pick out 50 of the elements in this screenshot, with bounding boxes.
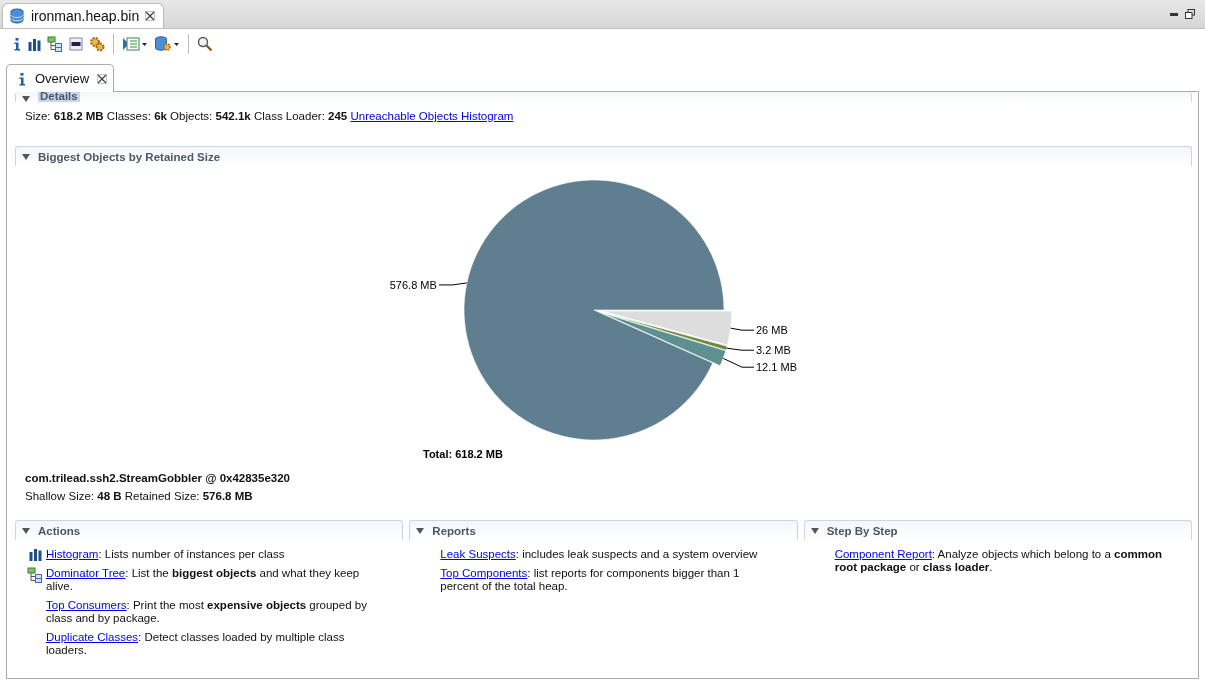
action-description: Top Components: list reports for components bigger than 1 percent of the total heap. — [440, 567, 741, 593]
section-header[interactable]: Biggest Objects by Retained Size — [15, 146, 1192, 166]
histogram-icon[interactable] — [28, 37, 41, 51]
leader-line — [722, 357, 754, 368]
section-header[interactable]: Details — [15, 92, 1192, 102]
collapse-triangle-icon[interactable] — [416, 527, 425, 534]
collapse-triangle-icon[interactable] — [22, 96, 30, 102]
collapse-triangle-icon[interactable] — [22, 153, 30, 160]
action-description: Component Report: Analyze objects which belong to a common root package or class loader. — [834, 548, 1163, 574]
tree-icon[interactable] — [47, 36, 63, 52]
report-dropdown-icon[interactable] — [122, 36, 148, 52]
histogram-icon — [28, 548, 42, 561]
restore-icon[interactable] — [1185, 9, 1195, 19]
section-header[interactable]: Actions — [15, 520, 404, 540]
database-icon — [9, 8, 25, 24]
chart-total: Total: 618.2 MB — [422, 448, 503, 460]
action-link[interactable]: Component Report — [834, 548, 932, 560]
action-description: Histogram: Lists number of instances per class — [46, 548, 285, 561]
leader-line — [437, 282, 467, 286]
section-header[interactable]: Step By Step — [803, 520, 1192, 540]
action-description: Duplicate Classes: Detect classes loaded by multiple class loaders. — [46, 631, 346, 657]
query-icon[interactable] — [69, 37, 83, 51]
slice-value-label: 12.1 MB — [755, 361, 797, 374]
search-icon[interactable] — [197, 36, 213, 52]
action-description: Dominator Tree: List the biggest objects and what they keep alive. — [46, 567, 361, 593]
collapse-triangle-icon[interactable] — [810, 527, 819, 534]
leader-line — [725, 347, 754, 351]
object-name: com.trilead.ssh2.StreamGobbler @ 0x42835e320 — [25, 472, 290, 484]
action-link[interactable]: Top Consumers — [46, 599, 127, 611]
object-sizes: Shallow Size: 48 B Retained Size: 576.8 MB — [25, 490, 253, 502]
gears-icon[interactable] — [89, 36, 105, 52]
info-icon[interactable] — [17, 71, 27, 86]
info-icon[interactable] — [12, 37, 22, 51]
tree-icon — [27, 567, 43, 583]
heap-summary: Size: 618.2 MB Classes: 6k Objects: 542.1k Class Loader: 245 — [25, 110, 348, 122]
unreachable-objects-link[interactable]: Unreachable Objects Histogram — [350, 110, 514, 122]
editor-tab[interactable]: ironman.heap.bin — [2, 3, 165, 28]
database-gear-dropdown-icon[interactable] — [154, 36, 180, 52]
slice-value-label: 3.2 MB — [755, 344, 791, 357]
overview-tab[interactable]: Overview — [6, 64, 115, 92]
collapse-triangle-icon[interactable] — [22, 527, 30, 534]
close-icon[interactable] — [145, 11, 156, 21]
action-description: Leak Suspects: includes leak suspects and a system overview — [440, 548, 758, 561]
leader-line — [729, 327, 754, 331]
action-link[interactable]: Leak Suspects — [440, 548, 516, 560]
slice-value-label: 576.8 MB — [389, 278, 437, 291]
action-description: Top Consumers: Print the most expensive objects grouped by class and by package. — [46, 599, 368, 625]
section-header[interactable]: Reports — [409, 520, 798, 540]
slice-value-label: 26 MB — [755, 324, 788, 337]
close-icon[interactable] — [97, 73, 108, 84]
